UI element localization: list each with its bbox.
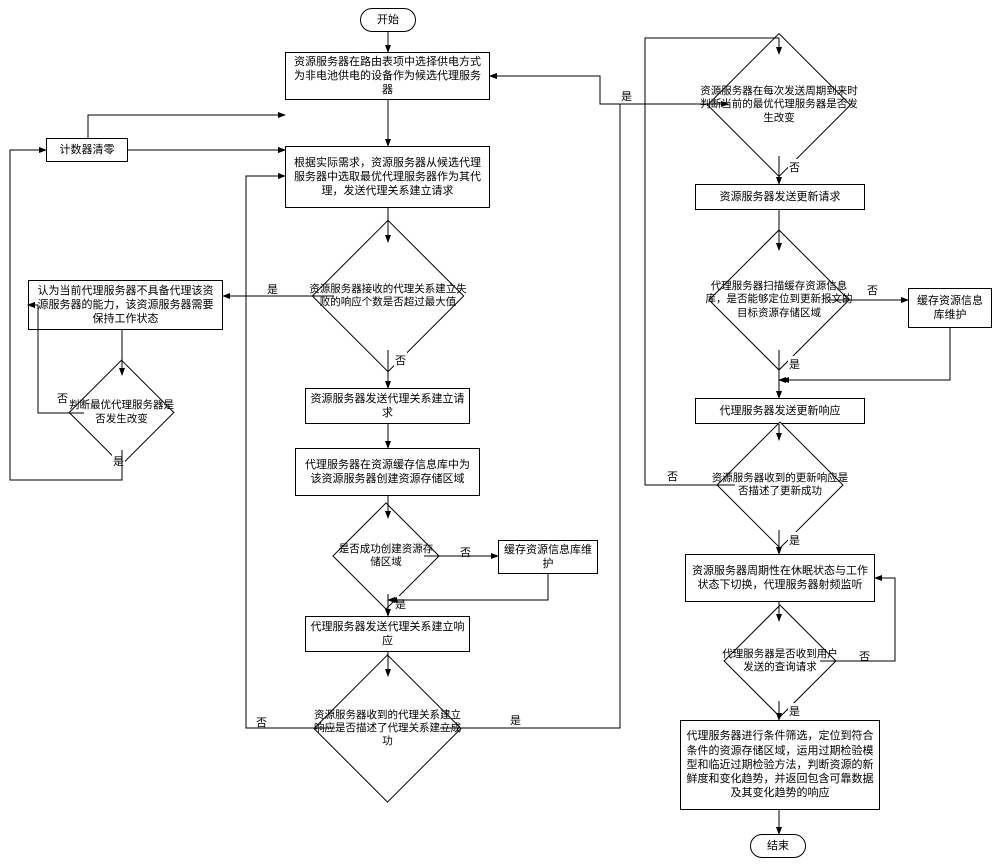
end-terminal: 结束 (750, 834, 806, 858)
start-terminal: 开始 (360, 8, 416, 32)
label-yes-5: 是 (620, 88, 633, 104)
label-no-1: 否 (394, 352, 407, 368)
label-yes-6: 是 (788, 356, 801, 372)
label-no-6: 否 (866, 282, 879, 298)
diamond-fail-count: 资源服务器接收的代理关系建立失败的响应个数是否超过最大值 (334, 242, 442, 350)
diamond-create-ok: 是否成功创建资源存储区域 (348, 518, 424, 594)
label-no-8: 否 (858, 648, 871, 664)
box-filter-respond: 代理服务器进行条件筛选，定位到符合条件的资源存储区域，运用过期检验模型和临近过期… (680, 720, 880, 810)
label-no-7: 否 (666, 468, 679, 484)
box-cache-maint-left: 缓存资源信息库维护 (498, 540, 598, 574)
box-send-update-resp: 代理服务器发送更新响应 (695, 398, 865, 424)
diamond-update-ok: 资源服务器收到的更新响应是否描述了更新成功 (735, 440, 825, 530)
label-no-5: 否 (788, 159, 801, 175)
box-create-storage: 代理服务器在资源缓存信息库中为该资源服务器创建资源存储区域 (295, 448, 480, 496)
box-select-candidate: 资源服务器在路由表项中选择供电方式为非电池供电的设备作为候选代理服务器 (285, 52, 490, 100)
label-yes-4: 是 (509, 712, 522, 728)
label-yes-2: 是 (112, 453, 125, 469)
box-keep-working: 认为当前代理服务器不具备代理该资源服务器的能力，该资源服务器需要保持工作状态 (28, 280, 223, 330)
box-counter-reset: 计数器清零 (46, 138, 128, 162)
label-yes-1: 是 (266, 281, 279, 297)
box-select-optimal: 根据实际需求，资源服务器从候选代理服务器中选取最优代理服务器作为其代理，发送代理… (285, 146, 490, 208)
label-yes-3: 是 (394, 596, 407, 612)
label-no-3: 否 (459, 544, 472, 560)
label-yes-7: 是 (788, 532, 801, 548)
box-send-establish: 资源服务器发送代理关系建立请求 (305, 388, 470, 424)
diamond-query-recv: 代理服务器是否收到用户发送的查询请求 (740, 621, 820, 701)
diamond-estab-ok: 资源服务器收到的代理关系建立响应是否描述了代理关系建立成功 (335, 676, 440, 781)
diamond-opt-change: 判断最优代理服务器是否发生改变 (84, 375, 159, 450)
box-send-update-req: 资源服务器发送更新请求 (695, 184, 865, 210)
box-send-estab-resp: 代理服务器发送代理关系建立响应 (305, 616, 470, 652)
label-no-2: 否 (56, 390, 69, 406)
label-no-4: 否 (255, 714, 268, 730)
diamond-cycle-change: 资源服务器在每次发送周期到来时判断当前的最优代理服务器是否发生改变 (728, 54, 830, 156)
diamond-locate: 代理服务器扫描缓存资源信息库，是否能够定位到更新报文的目标资源存储区域 (729, 250, 829, 350)
box-cache-maint-right: 缓存资源信息库维护 (908, 288, 992, 328)
label-yes-8: 是 (788, 703, 801, 719)
box-sleep-listen: 资源服务器周期性在休眠状态与工作状态下切换，代理服务器射频监听 (685, 554, 875, 602)
